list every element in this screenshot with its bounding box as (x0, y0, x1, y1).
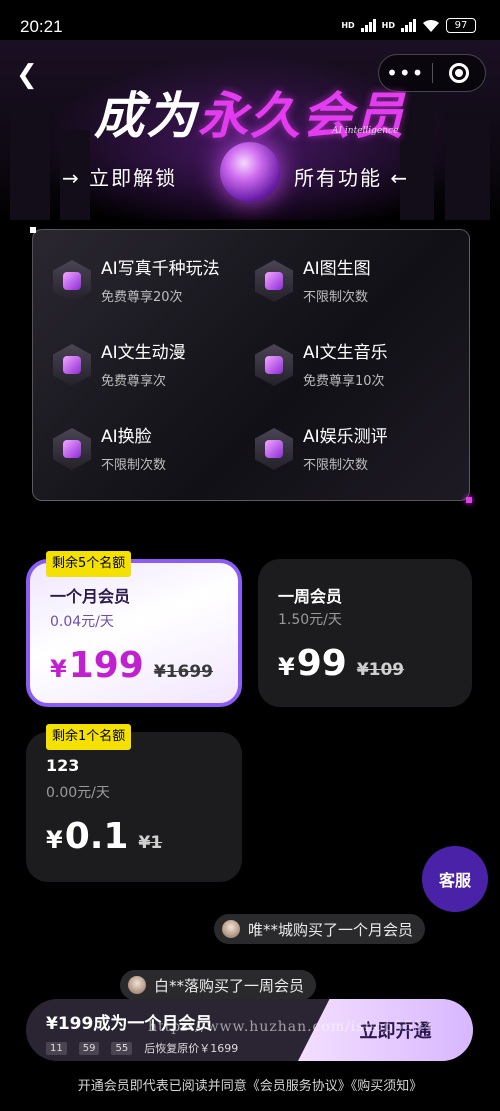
feature-item: AI文生音乐免费尊享10次 (255, 342, 388, 389)
price-amount: 199 (68, 645, 144, 686)
purchase-notice: 唯**城购买了一个月会员 (214, 914, 426, 944)
price-amount: 0.1 (64, 816, 129, 857)
title-english: AI intelligence (332, 126, 399, 136)
plan-per-day: 1.50元/天 (278, 612, 342, 628)
mask-icon (53, 428, 91, 470)
feature-title: AI写真千种玩法 (101, 259, 220, 279)
quota-badge: 剩余1个名额 (46, 724, 132, 750)
price-currency: ¥ (50, 655, 67, 683)
plan-card-monthly[interactable]: 一个月会员 0.04元/天 ¥ 199 ¥1699 (26, 559, 242, 707)
restore-price-text: 后恢复原价￥1699 (144, 1042, 239, 1055)
title-pink: 永久会员 (198, 87, 406, 145)
feature-desc: 免费尊享10次 (303, 374, 385, 389)
feature-item: AI写真千种玩法免费尊享20次 (53, 258, 220, 305)
countdown: 11 59 55 后恢复原价￥1699 (46, 1040, 238, 1056)
price-original: ¥109 (356, 660, 405, 680)
phone-icon (255, 428, 293, 470)
plan-name: 一个月会员 (50, 587, 131, 606)
plan-name: 123 (46, 756, 80, 775)
plan-name: 一周会员 (278, 587, 343, 606)
network-hd-label-2: HD (381, 20, 395, 30)
feature-item: AI图生图不限制次数 (255, 258, 371, 305)
status-time: 20:21 (20, 17, 63, 36)
countdown-hours: 11 (46, 1041, 67, 1055)
corner-dot (30, 227, 36, 233)
status-icons: HD HD 97 (341, 18, 476, 33)
subtitle: → 立即解锁 所有功能 ← (0, 156, 500, 196)
plan-price: ¥ 0.1 ¥1 (46, 816, 162, 857)
camera-icon (53, 260, 91, 302)
countdown-minutes: 59 (78, 1041, 100, 1055)
music-icon (255, 344, 293, 386)
price-original: ¥1699 (153, 662, 214, 682)
plan-card-weekly[interactable]: 一周会员 1.50元/天 ¥ 99 ¥109 (258, 559, 472, 707)
feature-title: AI文生动漫 (101, 343, 186, 363)
quota-badge: 剩余5个名额 (46, 551, 132, 577)
watermark: https://www.huzhan.com/ishop5534 (148, 1019, 434, 1035)
feature-desc: 免费尊享次 (101, 374, 167, 389)
feature-desc: 不限制次数 (303, 458, 369, 473)
price-original: ¥1 (138, 833, 163, 853)
feature-desc: 不限制次数 (303, 290, 369, 305)
notice-text: 白**落购买了一周会员 (154, 976, 305, 995)
countdown-seconds: 55 (111, 1041, 133, 1055)
network-hd-label: HD (341, 20, 355, 30)
price-currency: ¥ (46, 826, 63, 854)
customer-service-button[interactable]: 客服 (422, 846, 488, 912)
signal-icon-2 (401, 19, 416, 32)
plan-per-day: 0.04元/天 (50, 614, 114, 630)
purchase-notice: 白**落购买了一周会员 (120, 970, 317, 1000)
features-panel: AI写真千种玩法免费尊享20次 AI图生图不限制次数 AI文生动漫免费尊享次 A… (30, 227, 472, 503)
plan-per-day: 0.00元/天 (46, 785, 110, 801)
feature-title: AI娱乐测评 (303, 427, 388, 447)
anime-icon (53, 344, 91, 386)
battery-icon: 97 (446, 18, 476, 33)
subtitle-right: 所有功能 ← (294, 166, 410, 190)
feature-title: AI换脸 (101, 427, 152, 447)
plan-price: ¥ 99 ¥109 (278, 643, 404, 684)
avatar (128, 976, 146, 994)
corner-dot-pink (466, 497, 472, 503)
image-icon (255, 260, 293, 302)
page-title: 成为永久会员 (0, 76, 500, 148)
feature-desc: 免费尊享20次 (101, 290, 183, 305)
feature-item: AI换脸不限制次数 (53, 426, 166, 473)
subtitle-left: → 立即解锁 (62, 166, 178, 190)
agreement-text[interactable]: 开通会员即代表已阅读并同意《会员服务协议》《购买须知》 (0, 1075, 500, 1094)
plan-card-123[interactable]: 123 0.00元/天 ¥ 0.1 ¥1 (26, 732, 242, 882)
feature-item: AI娱乐测评不限制次数 (255, 426, 388, 473)
feature-item: AI文生动漫免费尊享次 (53, 342, 186, 389)
title-white: 成为 (94, 87, 198, 145)
feature-title: AI图生图 (303, 259, 371, 279)
price-amount: 99 (296, 643, 347, 684)
price-currency: ¥ (278, 653, 295, 681)
avatar (222, 920, 240, 938)
signal-icon (360, 19, 376, 32)
feature-title: AI文生音乐 (303, 343, 388, 363)
wifi-icon (423, 19, 439, 32)
notice-text: 唯**城购买了一个月会员 (248, 920, 414, 939)
feature-desc: 不限制次数 (101, 458, 167, 473)
plan-price: ¥ 199 ¥1699 (50, 645, 213, 686)
